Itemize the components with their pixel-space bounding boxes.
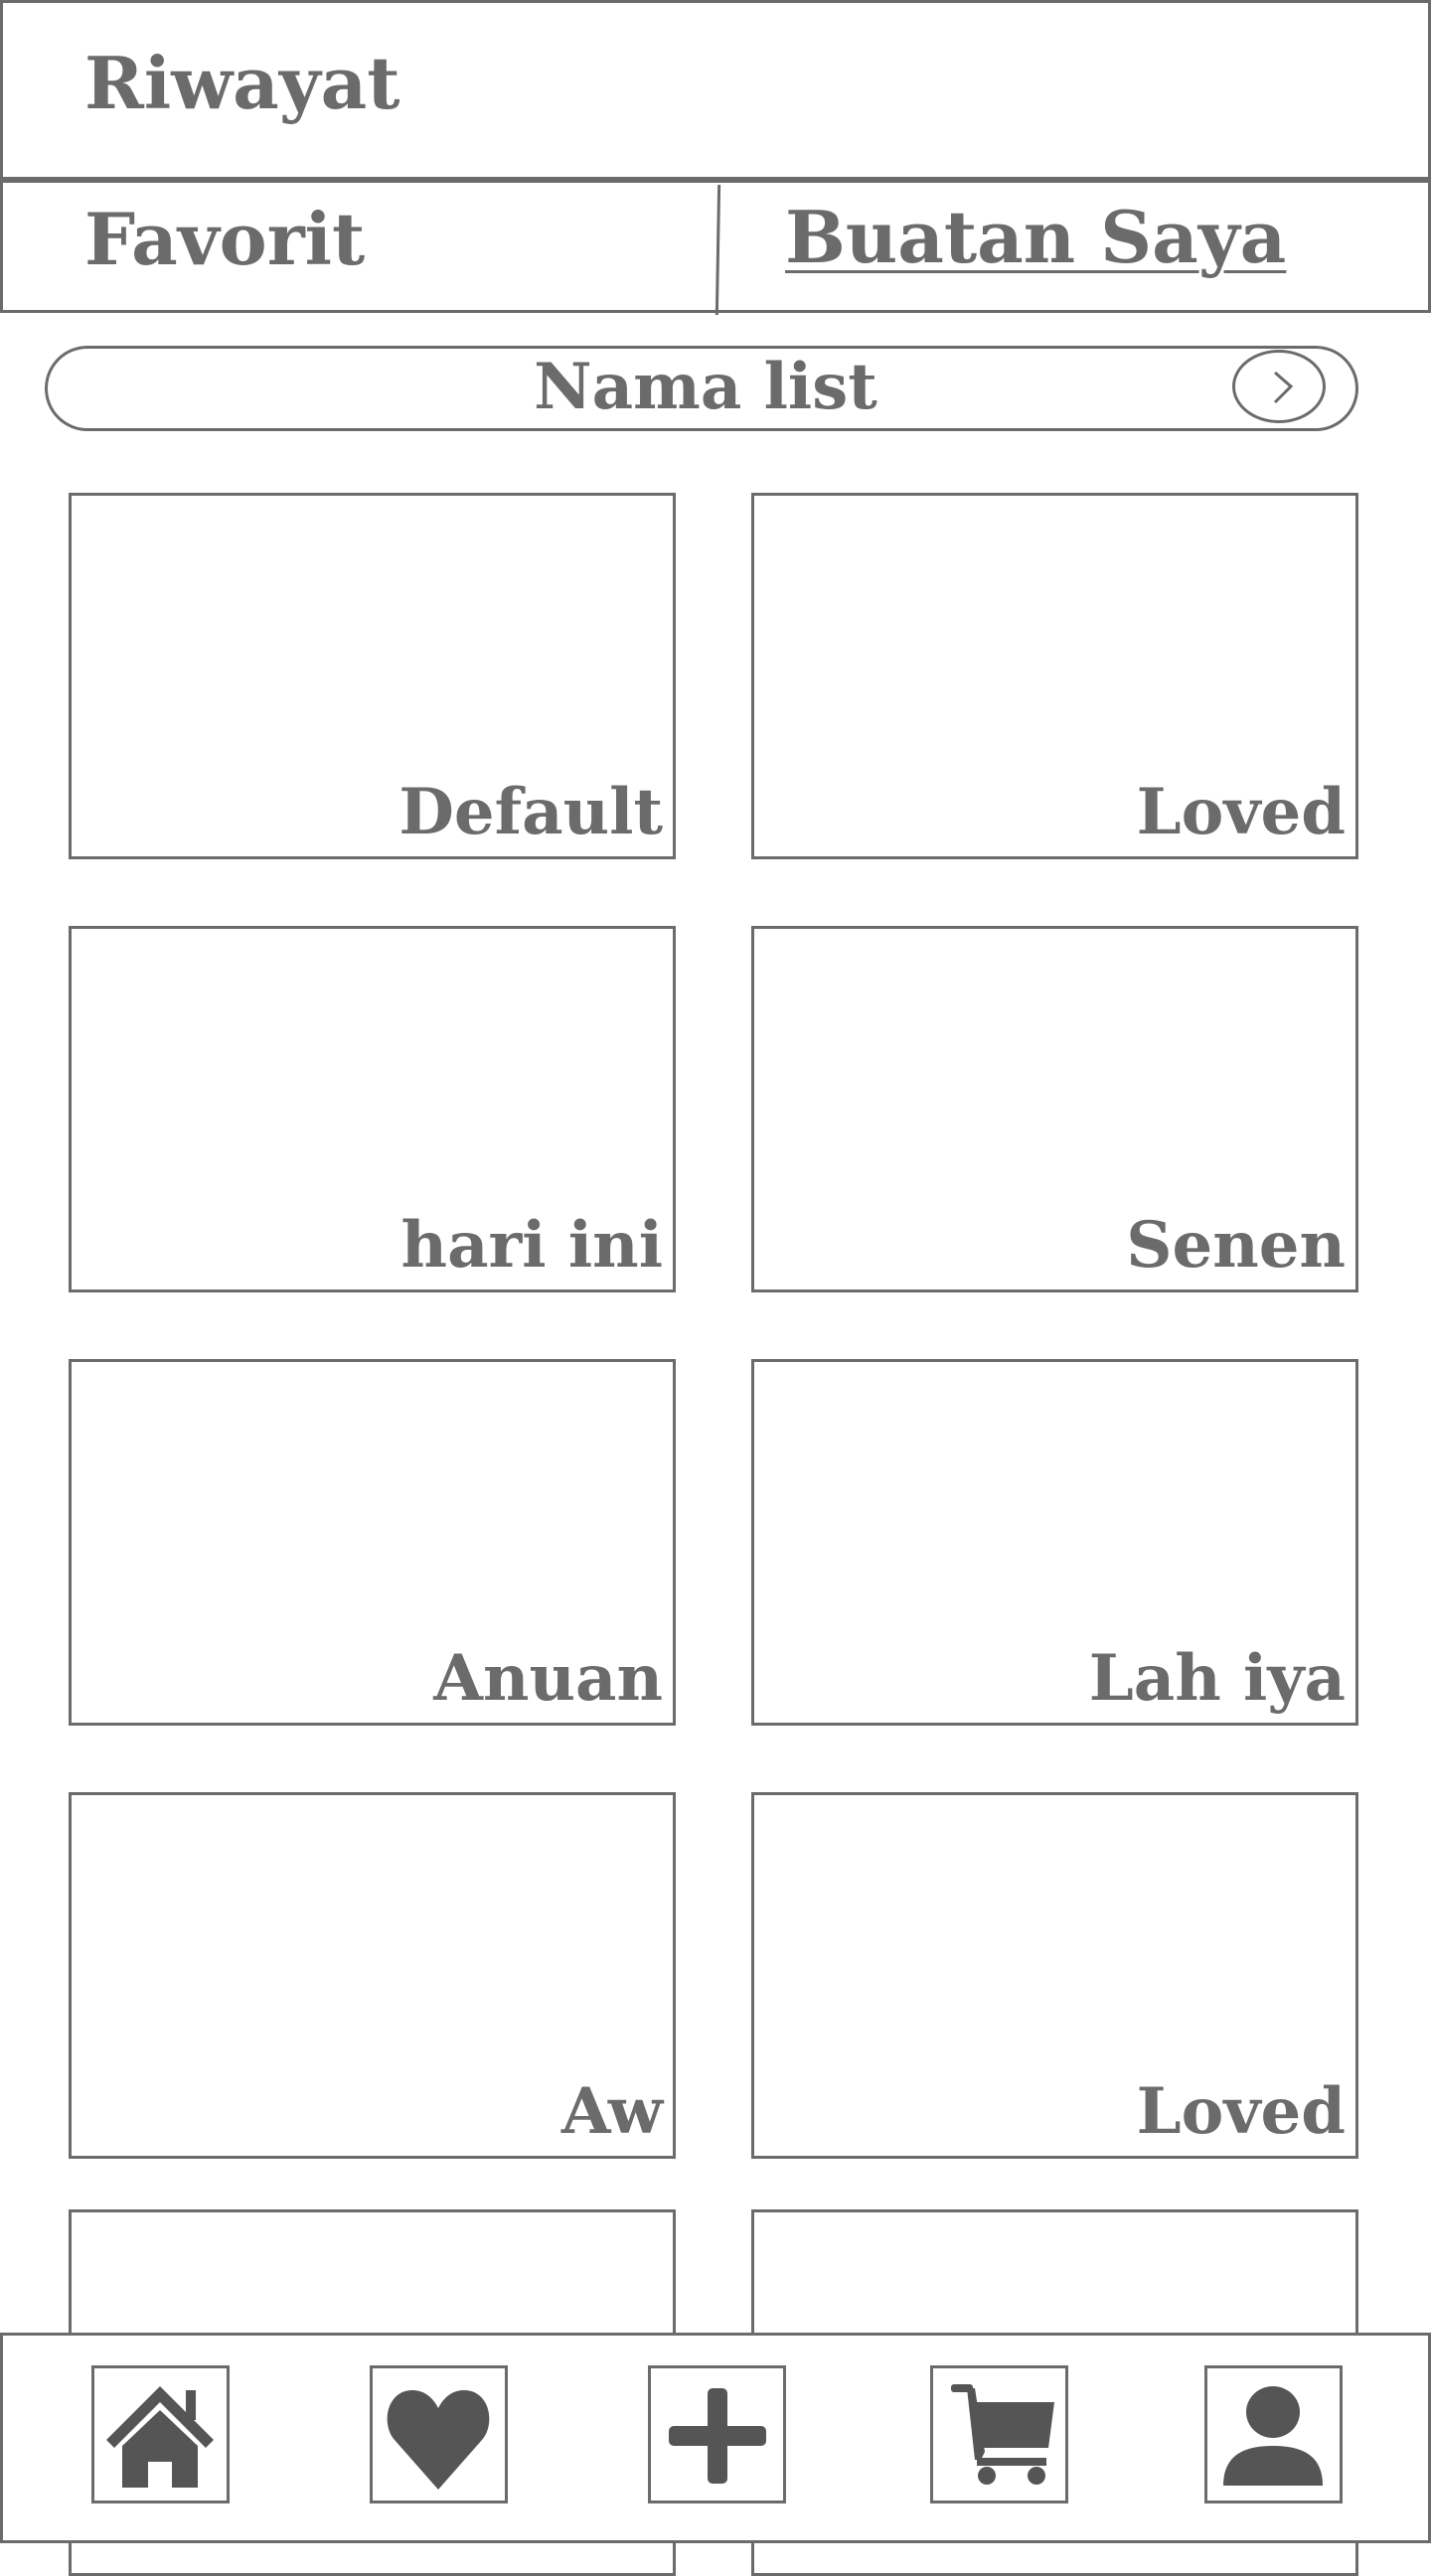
list-card-label: Lah iya — [1088, 1641, 1346, 1716]
plus-icon — [669, 2388, 766, 2484]
tab-buatan-saya[interactable]: Buatan Saya — [785, 202, 1286, 273]
user-icon — [1223, 2386, 1323, 2486]
nav-add-button[interactable] — [648, 2365, 786, 2503]
list-card-label: Senen — [1126, 1208, 1346, 1283]
page-title: Riwayat — [84, 41, 400, 125]
tab-favorit[interactable]: Favorit — [84, 204, 365, 275]
nav-home-button[interactable] — [91, 2365, 230, 2503]
list-selector-label: Nama list — [534, 350, 877, 424]
list-card[interactable]: hari ini — [69, 926, 676, 1292]
list-card[interactable]: Senen — [751, 926, 1358, 1292]
list-card[interactable]: Aw — [69, 1792, 676, 2159]
list-card-label: Aw — [560, 2074, 663, 2149]
cart-icon — [951, 2384, 1054, 2485]
list-card-label: Anuan — [433, 1641, 663, 1716]
nav-favorite-button[interactable] — [370, 2365, 508, 2503]
list-card[interactable]: Anuan — [69, 1359, 676, 1726]
list-card[interactable]: Loved — [751, 493, 1358, 859]
nav-cart-button[interactable] — [930, 2365, 1068, 2503]
chevron-right-icon[interactable] — [1232, 350, 1326, 423]
list-card-label: hari ini — [400, 1208, 663, 1283]
home-icon — [106, 2386, 214, 2488]
heart-icon — [387, 2390, 490, 2490]
list-card[interactable]: Lah iya — [751, 1359, 1358, 1726]
list-card[interactable]: Default — [69, 493, 676, 859]
list-card[interactable]: Loved — [751, 1792, 1358, 2159]
list-card-label: Default — [398, 775, 663, 849]
nav-profile-button[interactable] — [1204, 2365, 1343, 2503]
list-card-label: Loved — [1136, 2074, 1346, 2149]
list-card-label: Loved — [1136, 775, 1346, 849]
